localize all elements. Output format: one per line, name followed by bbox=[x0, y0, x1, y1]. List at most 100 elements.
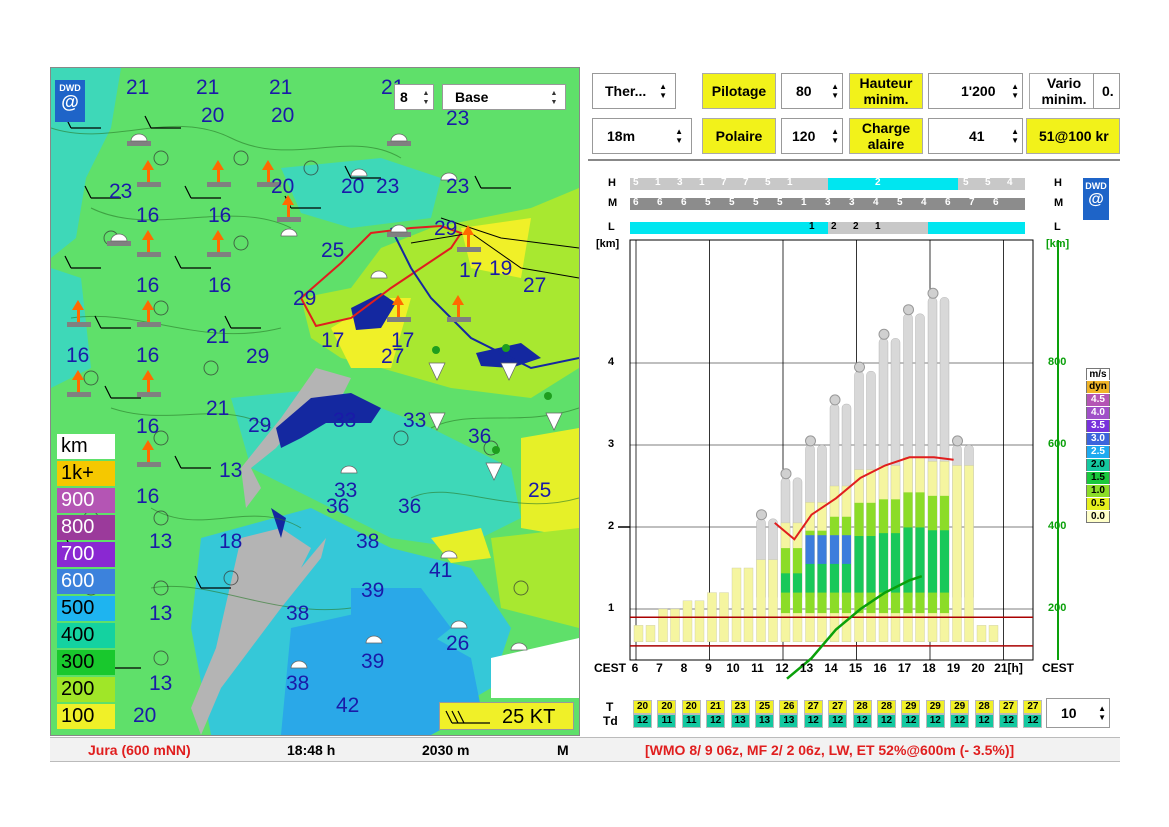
map-value-label: 38 bbox=[286, 672, 310, 695]
map-value-label: 13 bbox=[149, 530, 173, 553]
mode-select[interactable]: Ther... ▲ ▼ bbox=[592, 73, 676, 109]
thermal-bar bbox=[988, 625, 999, 642]
spinner-arrows-icon[interactable]: ▲ ▼ bbox=[421, 89, 431, 107]
hauteur-stepper[interactable]: 1'200 ▲ ▼ bbox=[928, 73, 1023, 109]
cloud-top-marker bbox=[903, 304, 914, 316]
dewpoint-cell: 11 bbox=[681, 714, 701, 728]
charge-stepper[interactable]: 41 ▲ ▼ bbox=[928, 118, 1023, 154]
charge-label-2: alaire bbox=[867, 136, 905, 152]
cloud-cover-M: 6 bbox=[633, 197, 639, 208]
vario-minim-button[interactable]: Vario minim. bbox=[1029, 73, 1099, 109]
cloud-cover-H: 2 bbox=[875, 177, 881, 188]
layer-select-value: Base bbox=[455, 89, 489, 105]
cloud-cover-H: 7 bbox=[743, 177, 749, 188]
pilotage-stepper[interactable]: 80 ▲ ▼ bbox=[781, 73, 843, 109]
spinner-arrows-icon[interactable]: ▲ ▼ bbox=[1011, 127, 1019, 145]
cloud-cover-M: 3 bbox=[825, 197, 831, 208]
hour-tick-label: 8 bbox=[680, 661, 688, 675]
thermal-bar bbox=[805, 558, 815, 593]
cloud-top-marker bbox=[829, 394, 841, 406]
hour-tick-label: 6 bbox=[631, 661, 639, 675]
cloud-cover-M: 5 bbox=[729, 197, 735, 208]
dewpoint-cell: 12 bbox=[950, 714, 970, 728]
map-value-label: 16 bbox=[136, 204, 160, 227]
y-unit-right: [km] bbox=[1046, 238, 1070, 250]
legend-item: 700 bbox=[57, 542, 115, 567]
spinner-arrows-icon[interactable]: ▲ ▼ bbox=[831, 82, 839, 100]
spinner-arrows-icon[interactable]: ▲ ▼ bbox=[1098, 704, 1106, 722]
hour-tick-label: 12 bbox=[775, 661, 789, 675]
thermal-bar bbox=[768, 559, 778, 642]
dwd-logo-chart: DWD @ bbox=[1083, 178, 1109, 220]
map-value-label: 13 bbox=[219, 459, 243, 482]
temperature-cell: 27 bbox=[999, 700, 1018, 714]
map-value-label: 21 bbox=[269, 76, 293, 99]
cloud-row-label-right: H bbox=[1054, 177, 1062, 189]
cloud-cover-H: 5 bbox=[765, 177, 771, 188]
temperature-cell: 29 bbox=[925, 700, 945, 714]
charge-alaire-button[interactable]: Charge alaire bbox=[849, 118, 923, 154]
cloud-cover-M: 6 bbox=[681, 197, 687, 208]
cloud-cover-M: 5 bbox=[777, 197, 783, 208]
cloud-cover-M: 5 bbox=[897, 197, 903, 208]
wing-select-value: 18m bbox=[607, 128, 636, 144]
map-value-label: 16 bbox=[208, 274, 232, 297]
map-value-label: 33 bbox=[403, 409, 427, 432]
thermal-bar bbox=[940, 530, 949, 593]
map-value-label: 20 bbox=[341, 175, 365, 198]
map-value-label: 21 bbox=[206, 325, 230, 348]
pilotage-button[interactable]: Pilotage bbox=[702, 73, 776, 109]
thermal-bar bbox=[915, 527, 925, 593]
hour-tick-label: 15 bbox=[848, 661, 863, 675]
cloud-top-marker bbox=[878, 328, 890, 340]
polaire-stepper[interactable]: 120 ▲ ▼ bbox=[781, 118, 843, 154]
thermal-bar bbox=[793, 573, 802, 593]
temperature-cell: 23 bbox=[730, 700, 750, 714]
cloud-cover-H: 3 bbox=[677, 177, 683, 188]
map-panel[interactable]: DWD @ 21 21 21 21 20 20 23 23 20 20 23 23 16 16 29 25 17… bbox=[50, 67, 580, 736]
charge-label: Charge bbox=[861, 120, 911, 136]
level-spinner[interactable]: 8 ▲ ▼ bbox=[394, 84, 434, 110]
hour-tick-label: 17 bbox=[897, 661, 912, 675]
polaire-button[interactable]: Polaire bbox=[702, 118, 776, 154]
mode-label: M bbox=[557, 742, 569, 758]
thermal-bar bbox=[952, 465, 962, 643]
cloud-cover-H: 5 bbox=[985, 177, 991, 188]
thermal-bar bbox=[756, 559, 766, 642]
map-value-label: 29 bbox=[293, 287, 317, 310]
cloud-cover-L: 1 bbox=[875, 221, 881, 232]
temperature-cell: 29 bbox=[901, 700, 921, 714]
temperature-cell: 27 bbox=[828, 700, 848, 714]
hour-tick-label: 14 bbox=[824, 661, 838, 675]
thermal-bar bbox=[817, 558, 827, 593]
thermal-bar bbox=[781, 573, 790, 593]
dwd-logo: DWD @ bbox=[55, 80, 85, 122]
interval-stepper[interactable]: 10 ▲ ▼ bbox=[1046, 698, 1110, 728]
thermal-bar bbox=[731, 567, 742, 643]
vario-field[interactable]: 0. bbox=[1093, 73, 1120, 109]
map-value-label: 21 bbox=[126, 76, 150, 99]
dewpoint-cell: 12 bbox=[803, 714, 823, 728]
thermal-bar bbox=[928, 530, 937, 593]
layer-select[interactable]: Base ▲ ▼ bbox=[442, 84, 566, 110]
cloud-cover-H: 7 bbox=[721, 177, 727, 188]
hauteur-minim-button[interactable]: Hauteur minim. bbox=[849, 73, 923, 109]
hour-tick-label: 20 bbox=[971, 661, 985, 675]
legend-item: 300 bbox=[57, 650, 115, 675]
map-value-label: 17 bbox=[459, 259, 483, 282]
spinner-arrows-icon[interactable]: ▲ ▼ bbox=[831, 127, 839, 145]
legend-item: 800 bbox=[57, 515, 115, 540]
y-tick-right: 600 bbox=[1048, 438, 1067, 450]
cloud-top-marker bbox=[927, 287, 939, 299]
terrain-map[interactable] bbox=[51, 68, 579, 735]
cloud-cover-L: 2 bbox=[853, 221, 859, 232]
cloud-cover-H: 4 bbox=[1007, 177, 1013, 188]
wing-select[interactable]: 18m ▲ ▼ bbox=[592, 118, 692, 154]
map-value-label: 13 bbox=[149, 672, 173, 695]
spinner-arrows-icon[interactable]: ▲ ▼ bbox=[1011, 82, 1019, 100]
map-value-label: 17 bbox=[391, 329, 415, 352]
colorbar-item: 4.0 bbox=[1086, 407, 1110, 419]
dewpoint-cell: 12 bbox=[877, 714, 896, 728]
cloud-row-H-seg bbox=[828, 178, 903, 190]
legend-item: 400 bbox=[57, 623, 115, 648]
